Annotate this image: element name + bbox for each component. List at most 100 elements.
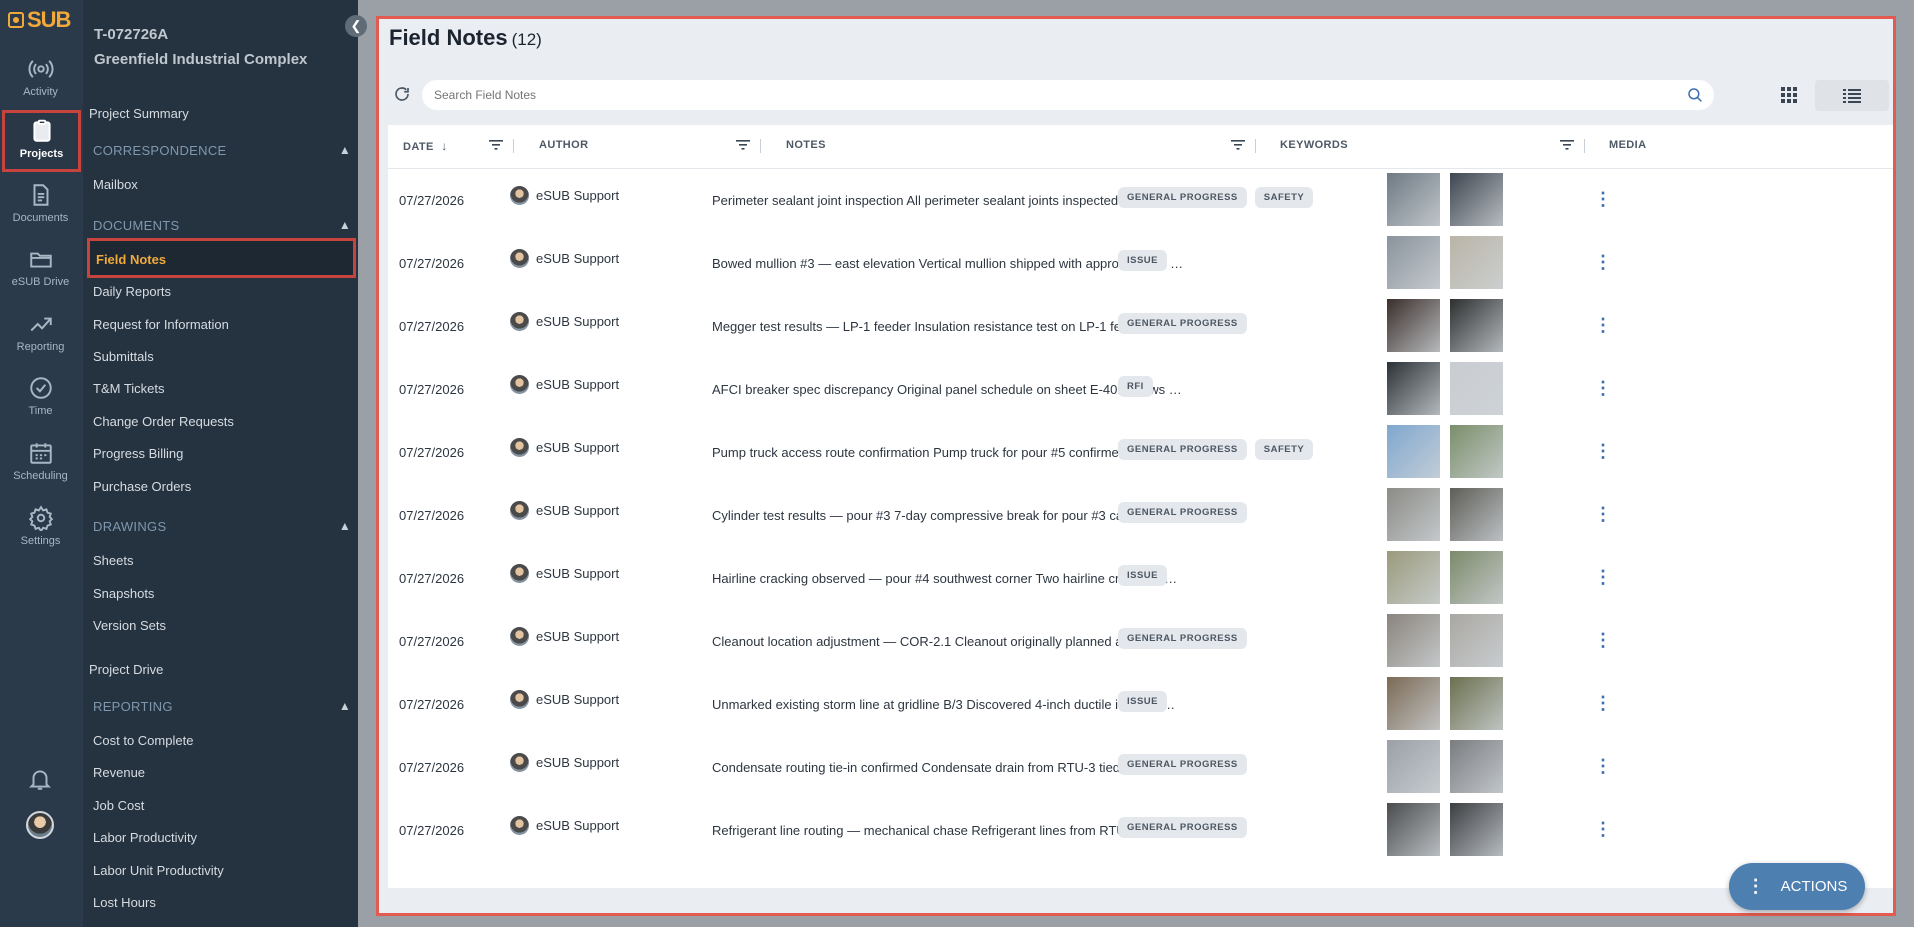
- media-thumbnail[interactable]: [1387, 299, 1440, 352]
- filter-icon[interactable]: [1559, 137, 1575, 153]
- row-menu-icon[interactable]: ⋮: [1594, 693, 1612, 714]
- column-divider[interactable]: [1255, 139, 1256, 153]
- filter-icon[interactable]: [735, 137, 751, 153]
- media-thumbnail[interactable]: [1387, 236, 1440, 289]
- media-thumbnail[interactable]: [1450, 362, 1503, 415]
- rail-item-reporting[interactable]: Reporting: [0, 303, 81, 365]
- sidebar-item-tm-tickets[interactable]: T&M Tickets: [93, 381, 165, 396]
- note-text[interactable]: Cleanout location adjustment — COR-2.1 C…: [712, 634, 1185, 649]
- row-menu-icon[interactable]: ⋮: [1594, 252, 1612, 273]
- section-header-reporting[interactable]: REPORTING ▲: [93, 699, 351, 714]
- rail-item-scheduling[interactable]: Scheduling: [0, 432, 81, 494]
- sidebar-item-lost-hours[interactable]: Lost Hours: [93, 895, 156, 910]
- row-menu-icon[interactable]: ⋮: [1594, 567, 1612, 588]
- column-divider[interactable]: [513, 139, 514, 153]
- row-menu-icon[interactable]: ⋮: [1594, 819, 1612, 840]
- rail-item-activity[interactable]: Activity: [0, 48, 81, 110]
- media-thumbnail[interactable]: [1387, 173, 1440, 226]
- esub-logo[interactable]: SUB: [8, 7, 71, 32]
- column-header-date[interactable]: DATE ↓: [403, 139, 448, 153]
- note-text[interactable]: Hairline cracking observed — pour #4 sou…: [712, 571, 1185, 586]
- row-menu-icon[interactable]: ⋮: [1594, 441, 1612, 462]
- note-text[interactable]: Refrigerant line routing — mechanical ch…: [712, 823, 1185, 838]
- media-thumbnail[interactable]: [1450, 173, 1503, 226]
- row-menu-icon[interactable]: ⋮: [1594, 756, 1612, 777]
- column-header-keywords[interactable]: KEYWORDS: [1280, 139, 1348, 151]
- note-text[interactable]: Bowed mullion #3 — east elevation Vertic…: [712, 256, 1185, 271]
- media-thumbnail[interactable]: [1450, 803, 1503, 856]
- search-icon[interactable]: [1686, 86, 1704, 104]
- note-text[interactable]: Unmarked existing storm line at gridline…: [712, 697, 1185, 712]
- grid-view-button[interactable]: [1774, 81, 1804, 109]
- column-header-notes[interactable]: NOTES: [786, 139, 826, 151]
- media-thumbnail[interactable]: [1450, 425, 1503, 478]
- table-row[interactable]: 07/27/2026 eSUB Support Bowed mullion #3 —…: [388, 232, 1893, 295]
- collapse-sidebar-button[interactable]: ❮: [345, 15, 367, 37]
- filter-icon[interactable]: [1230, 137, 1246, 153]
- sidebar-item-submittals[interactable]: Submittals: [93, 349, 154, 364]
- column-divider[interactable]: [760, 139, 761, 153]
- table-row[interactable]: 07/27/2026 eSUB Support Perimeter sealant …: [388, 169, 1893, 232]
- rail-item-settings[interactable]: Settings: [0, 497, 81, 559]
- sidebar-item-snapshots[interactable]: Snapshots: [93, 586, 154, 601]
- media-thumbnail[interactable]: [1387, 740, 1440, 793]
- media-thumbnail[interactable]: [1450, 614, 1503, 667]
- media-thumbnail[interactable]: [1387, 803, 1440, 856]
- section-header-drawings[interactable]: DRAWINGS ▲: [93, 519, 351, 534]
- table-row[interactable]: 07/27/2026 eSUB Support Condensate routing…: [388, 736, 1893, 799]
- table-row[interactable]: 07/27/2026 eSUB Support Hairline cracking …: [388, 547, 1893, 610]
- refresh-icon[interactable]: [393, 85, 411, 103]
- row-menu-icon[interactable]: ⋮: [1594, 630, 1612, 651]
- table-row[interactable]: 07/27/2026 eSUB Support Megger test result…: [388, 295, 1893, 358]
- search-input[interactable]: [434, 88, 1654, 102]
- row-menu-icon[interactable]: ⋮: [1594, 504, 1612, 525]
- table-row[interactable]: 07/27/2026 eSUB Support Cylinder test resu…: [388, 484, 1893, 547]
- sidebar-item-project-drive[interactable]: Project Drive: [89, 662, 163, 677]
- table-row[interactable]: 07/27/2026 eSUB Support Cleanout location …: [388, 610, 1893, 673]
- sidebar-item-version-sets[interactable]: Version Sets: [93, 618, 166, 633]
- table-row[interactable]: 07/27/2026 eSUB Support Unmarked existing …: [388, 673, 1893, 736]
- sidebar-item-labor-unit-productivity[interactable]: Labor Unit Productivity: [93, 863, 224, 878]
- media-thumbnail[interactable]: [1450, 236, 1503, 289]
- sidebar-item-labor-productivity[interactable]: Labor Productivity: [93, 830, 197, 845]
- sidebar-item-progress-billing[interactable]: Progress Billing: [93, 446, 183, 461]
- sidebar-item-mailbox[interactable]: Mailbox: [93, 177, 138, 192]
- table-row[interactable]: 07/27/2026 eSUB Support Refrigerant line r…: [388, 799, 1893, 862]
- media-thumbnail[interactable]: [1387, 362, 1440, 415]
- sidebar-item-daily-reports[interactable]: Daily Reports: [93, 284, 171, 299]
- sidebar-item-change-order-requests[interactable]: Change Order Requests: [93, 414, 234, 429]
- column-divider[interactable]: [1584, 139, 1585, 153]
- media-thumbnail[interactable]: [1387, 488, 1440, 541]
- media-thumbnail[interactable]: [1387, 425, 1440, 478]
- table-row[interactable]: 07/27/2026 eSUB Support AFCI breaker spec …: [388, 358, 1893, 421]
- sidebar-item-job-cost[interactable]: Job Cost: [93, 798, 144, 813]
- row-menu-icon[interactable]: ⋮: [1594, 378, 1612, 399]
- actions-button[interactable]: ⋮ ACTIONS: [1729, 863, 1865, 910]
- section-header-correspondence[interactable]: CORRESPONDENCE ▲: [93, 143, 351, 158]
- sidebar-item-sheets[interactable]: Sheets: [93, 553, 133, 568]
- rail-item-documents[interactable]: Documents: [0, 174, 81, 236]
- sidebar-item-field-notes[interactable]: Field Notes: [87, 238, 356, 278]
- media-thumbnail[interactable]: [1450, 488, 1503, 541]
- note-text[interactable]: Cylinder test results — pour #3 7-day co…: [712, 508, 1185, 523]
- note-text[interactable]: Pump truck access route confirmation Pum…: [712, 445, 1185, 460]
- filter-icon[interactable]: [488, 137, 504, 153]
- user-avatar[interactable]: [26, 811, 54, 839]
- media-thumbnail[interactable]: [1387, 551, 1440, 604]
- bell-icon[interactable]: [27, 766, 53, 792]
- sidebar-item-project-summary[interactable]: Project Summary: [89, 106, 189, 121]
- sidebar-item-rfi[interactable]: Request for Information: [93, 317, 229, 332]
- rail-item-projects[interactable]: Projects: [2, 110, 81, 172]
- media-thumbnail[interactable]: [1387, 677, 1440, 730]
- sidebar-item-cost-to-complete[interactable]: Cost to Complete: [93, 733, 193, 748]
- sidebar-item-revenue[interactable]: Revenue: [93, 765, 145, 780]
- list-view-button[interactable]: [1815, 80, 1889, 111]
- rail-item-esub-drive[interactable]: eSUB Drive: [0, 238, 81, 300]
- media-thumbnail[interactable]: [1450, 677, 1503, 730]
- media-thumbnail[interactable]: [1387, 614, 1440, 667]
- note-text[interactable]: Condensate routing tie-in confirmed Cond…: [712, 760, 1185, 775]
- note-text[interactable]: Perimeter sealant joint inspection All p…: [712, 193, 1185, 208]
- column-header-author[interactable]: AUTHOR: [539, 139, 588, 151]
- table-row[interactable]: 07/27/2026 eSUB Support Pump truck access …: [388, 421, 1893, 484]
- media-thumbnail[interactable]: [1450, 740, 1503, 793]
